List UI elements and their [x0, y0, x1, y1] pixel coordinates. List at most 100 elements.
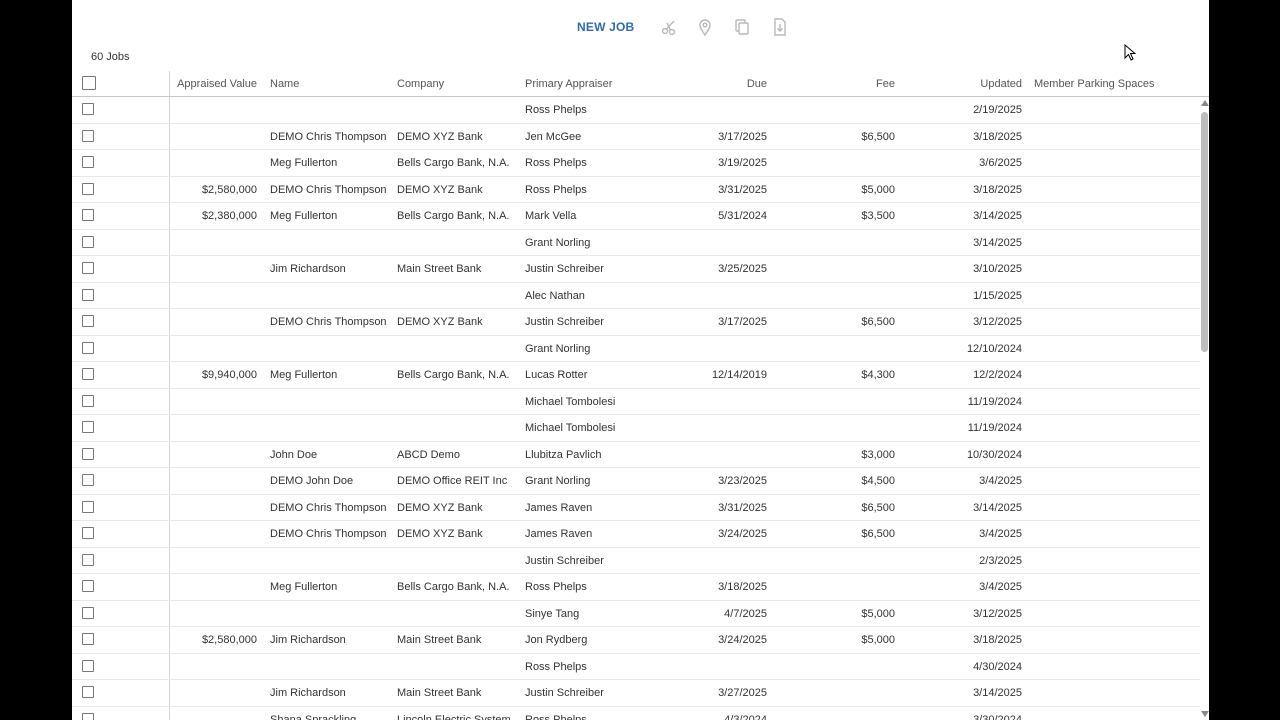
row-checkbox[interactable]: [82, 686, 94, 698]
table-row[interactable]: Meg Fullerton Bells Cargo Bank, N.A. Ross …: [72, 150, 1200, 177]
col-fee[interactable]: Fee: [802, 71, 895, 96]
cell-due: 4/3/2024: [724, 713, 767, 720]
col-appraised-value[interactable]: Appraised Value: [172, 71, 257, 96]
table-row[interactable]: DEMO Chris Thompson DEMO XYZ Bank Jen McGe…: [72, 123, 1200, 150]
table-row[interactable]: $2,580,000 Jim Richardson Main Street Bank…: [72, 627, 1200, 654]
table-row[interactable]: Meg Fullerton Bells Cargo Bank, N.A. Ross …: [72, 574, 1200, 601]
row-checkbox[interactable]: [82, 156, 94, 168]
cell-company: Bells Cargo Bank, N.A.: [397, 210, 510, 222]
table-row[interactable]: Sinye Tang 4/7/2025 $5,000 3/12/2025: [72, 600, 1200, 627]
cell-updated: 4/30/2024: [973, 660, 1022, 673]
table-row[interactable]: $2,580,000 DEMO Chris Thompson DEMO XYZ Ba…: [72, 176, 1200, 203]
cell-company: Main Street Bank: [397, 634, 482, 646]
row-checkbox[interactable]: [82, 421, 94, 433]
table-row[interactable]: Grant Norling 3/14/2025: [72, 229, 1200, 256]
row-checkbox[interactable]: [82, 262, 94, 274]
cell-appraised-value: $2,580,000: [201, 183, 257, 196]
scrollbar-thumb[interactable]: [1201, 112, 1208, 352]
table-row[interactable]: DEMO Chris Thompson DEMO XYZ Bank James Ra…: [72, 521, 1200, 548]
column-divider: [169, 256, 170, 282]
cell-name: John Doe: [270, 448, 318, 461]
table-row[interactable]: Ross Phelps 2/19/2025: [72, 97, 1200, 124]
cell-primary-appraiser: Mark Vella: [525, 210, 577, 222]
column-divider: [169, 203, 170, 229]
table-row[interactable]: Grant Norling 12/10/2024: [72, 335, 1200, 362]
row-checkbox[interactable]: [82, 606, 94, 619]
row-checkbox[interactable]: [82, 712, 94, 720]
cell-company: Bells Cargo Bank, N.A.: [397, 157, 510, 169]
row-checkbox[interactable]: [82, 659, 94, 672]
cell-fee: $6,500: [861, 316, 895, 328]
cell-updated: 12/2/2024: [973, 369, 1022, 381]
row-checkbox[interactable]: [82, 182, 94, 195]
table-row[interactable]: Michael Tombolesi 11/19/2024: [72, 415, 1200, 442]
row-checkbox[interactable]: [82, 235, 94, 248]
table-row[interactable]: $9,940,000 Meg Fullerton Bells Cargo Bank,…: [72, 362, 1200, 389]
copy-icon[interactable]: [731, 16, 753, 38]
col-due[interactable]: Due: [672, 71, 767, 96]
cell-name: Shana Sprackling: [270, 713, 357, 720]
table-row[interactable]: DEMO John Doe DEMO Office REIT Inc Grant N…: [72, 468, 1200, 495]
column-divider: [169, 547, 170, 573]
row-checkbox[interactable]: [82, 580, 94, 592]
cell-updated: 3/18/2025: [973, 183, 1022, 196]
cell-name: Meg Fullerton: [270, 581, 338, 593]
col-primary-appraiser[interactable]: Primary Appraiser: [525, 71, 612, 96]
col-member-parking-spaces[interactable]: Member Parking Spaces: [1034, 71, 1154, 96]
col-updated[interactable]: Updated: [922, 71, 1022, 96]
cell-name: Meg Fullerton: [270, 210, 338, 222]
cell-primary-appraiser: Llubitza Pavlich: [525, 448, 602, 461]
row-checkbox[interactable]: [82, 288, 94, 301]
cell-name: DEMO John Doe: [270, 475, 354, 487]
column-divider: [169, 123, 170, 149]
table-row[interactable]: Justin Schreiber 2/3/2025: [72, 547, 1200, 574]
table-row[interactable]: Jim Richardson Main Street Bank Justin Sch…: [72, 256, 1200, 283]
table-row[interactable]: Shana Sprackling Lincoln Electric System R…: [72, 706, 1200, 720]
table-row[interactable]: Ross Phelps 4/30/2024: [72, 653, 1200, 680]
row-checkbox[interactable]: [82, 633, 94, 645]
row-checkbox[interactable]: [82, 129, 94, 142]
row-checkbox[interactable]: [82, 474, 94, 486]
vertical-scrollbar[interactable]: [1200, 97, 1209, 720]
row-checkbox[interactable]: [82, 368, 94, 380]
column-divider: [169, 335, 170, 361]
row-checkbox[interactable]: [82, 527, 94, 539]
cell-primary-appraiser: Grant Norling: [525, 475, 591, 487]
scroll-down-arrow-icon[interactable]: [1201, 711, 1209, 717]
row-checkbox[interactable]: [82, 341, 94, 354]
mouse-cursor-icon: [1124, 44, 1137, 61]
scissors-icon[interactable]: [658, 16, 680, 38]
location-pin-icon[interactable]: [694, 16, 716, 38]
cell-primary-appraiser: Lucas Rotter: [525, 369, 588, 381]
select-all-checkbox[interactable]: [82, 76, 96, 90]
col-name[interactable]: Name: [270, 71, 299, 96]
row-checkbox[interactable]: [82, 209, 94, 221]
new-job-button[interactable]: NEW JOB: [577, 20, 634, 34]
row-checkbox[interactable]: [82, 103, 94, 115]
table-row[interactable]: $2,380,000 Meg Fullerton Bells Cargo Bank,…: [72, 203, 1200, 230]
cell-primary-appraiser: Ross Phelps: [525, 660, 587, 673]
cell-updated: 3/12/2025: [973, 607, 1022, 620]
row-checkbox[interactable]: [82, 394, 94, 407]
row-checkbox[interactable]: [82, 553, 94, 566]
row-checkbox[interactable]: [82, 315, 94, 327]
table-row[interactable]: DEMO Chris Thompson DEMO XYZ Bank James Ra…: [72, 494, 1200, 521]
cell-primary-appraiser: Grant Norling: [525, 236, 591, 249]
table-row[interactable]: DEMO Chris Thompson DEMO XYZ Bank Justin S…: [72, 309, 1200, 336]
cell-primary-appraiser: Michael Tombolesi: [525, 422, 616, 434]
cell-primary-appraiser: Alec Nathan: [525, 289, 585, 302]
scroll-up-arrow-icon[interactable]: [1201, 100, 1209, 106]
row-checkbox[interactable]: [82, 447, 94, 460]
download-file-icon[interactable]: [769, 16, 791, 38]
table-row[interactable]: John Doe ABCD Demo Llubitza Pavlich $3,000 1…: [72, 441, 1200, 468]
cell-fee: $5,000: [861, 634, 895, 646]
table-row[interactable]: Jim Richardson Main Street Bank Justin Sch…: [72, 680, 1200, 707]
table-row[interactable]: Michael Tombolesi 11/19/2024: [72, 388, 1200, 415]
cell-primary-appraiser: Ross Phelps: [525, 581, 587, 593]
table-row[interactable]: Alec Nathan 1/15/2025: [72, 282, 1200, 309]
column-divider: [169, 176, 170, 202]
col-company[interactable]: Company: [397, 71, 444, 96]
row-checkbox[interactable]: [82, 500, 94, 513]
cell-primary-appraiser: Justin Schreiber: [525, 263, 604, 275]
column-divider: [169, 71, 170, 96]
